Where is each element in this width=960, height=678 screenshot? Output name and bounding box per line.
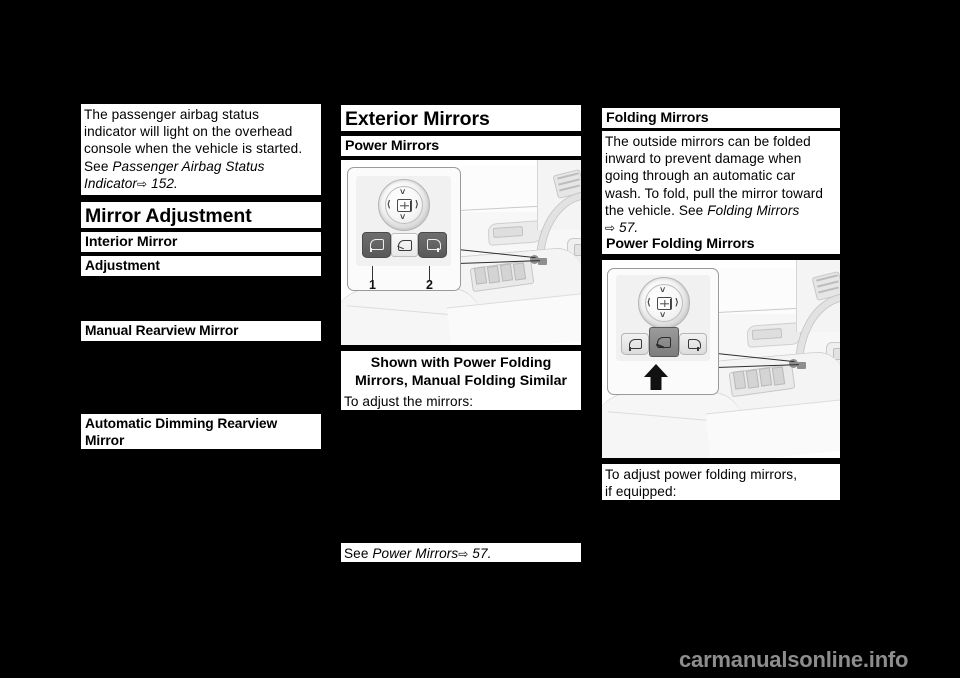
joystick-down-arrow-icon: ˅	[400, 212, 406, 222]
window-switch-1	[732, 370, 747, 390]
passenger-airbag-paragraph: The passenger airbag status indicator wi…	[81, 104, 321, 195]
left-mirror-icon	[370, 239, 384, 250]
figure-artwork: ˅ ˅ ⟨ ⟩	[602, 260, 840, 458]
window-switch-4	[771, 366, 786, 386]
switch-housing: ˅ ˅ ⟨ ⟩	[356, 176, 451, 266]
right-mirror-icon-stem	[437, 248, 439, 252]
paragraph-line-1: The passenger airbag status	[84, 107, 259, 122]
left-mirror-icon-stem	[370, 248, 372, 252]
manual-page: The passenger airbag status indicator wi…	[0, 0, 960, 678]
switch-detail-inset-card: ˅ ˅ ⟨ ⟩	[607, 268, 719, 395]
right-mirror-icon-stem	[697, 347, 699, 351]
mirror-control-location-buttons	[797, 362, 806, 369]
switch-housing: ˅ ˅ ⟨ ⟩	[616, 275, 710, 361]
see-power-mirrors-reference: See Power Mirrors⇨ 57.	[341, 543, 581, 562]
heading-exterior-mirrors: Exterior Mirrors	[341, 105, 581, 131]
joystick-up-arrow-icon: ˅	[400, 187, 406, 197]
heading-automatic-dimming-rearview-mirror: Automatic Dimming Rearview Mirror	[81, 414, 321, 449]
heading-line-1: Automatic Dimming Rearview	[85, 416, 278, 431]
window-switch-3	[758, 367, 773, 387]
window-switch-2	[486, 265, 501, 284]
joystick-left-arrow-icon: ⟨	[647, 297, 651, 307]
right-mirror-icon	[688, 339, 701, 349]
paragraph-line-3: going through an automatic car	[605, 168, 796, 184]
fold-button-highlight-up-arrow-icon	[644, 364, 668, 390]
mirror-icon-stem	[410, 201, 412, 211]
fold-mirror-icon	[398, 240, 412, 251]
paragraph-line-2: inward to prevent damage when	[605, 151, 802, 167]
paragraph-line-5: Indicator⇨ 152.	[84, 175, 318, 193]
heading-interior-mirror: Interior Mirror	[81, 232, 321, 252]
right-mirror-select-button[interactable]	[418, 232, 447, 258]
paragraph-line-2: indicator will light on the overhead	[84, 124, 293, 140]
power-mirror-switch-figure: ˅ ˅ ⟨ ⟩ 1 2	[341, 160, 581, 345]
paragraph-line-1: The outside mirrors can be folded	[605, 134, 811, 149]
mirror-icon-stem	[670, 299, 672, 309]
door-handle	[492, 225, 524, 239]
joystick-down-arrow-icon: ˅	[660, 310, 666, 320]
heading-manual-rearview-mirror: Manual Rearview Mirror	[81, 321, 321, 341]
door-handle	[751, 327, 783, 341]
joystick-left-arrow-icon: ⟨	[387, 199, 391, 209]
joystick-right-arrow-icon: ⟩	[675, 297, 679, 307]
heading-adjustment: Adjustment	[81, 256, 321, 276]
folding-mirrors-paragraph: The outside mirrors can be folded inward…	[602, 131, 840, 239]
paragraph-line-3: console when the vehicle is started.	[84, 141, 303, 157]
window-switch-1	[473, 266, 488, 285]
heading-mirror-adjustment: Mirror Adjustment	[81, 202, 321, 228]
window-switch-3	[499, 263, 514, 282]
mirror-control-location-buttons	[538, 258, 547, 265]
see-prefix: See	[344, 546, 373, 561]
text-to-adjust-the-mirrors: To adjust the mirrors:	[341, 391, 581, 410]
cross-reference-title-cont: Indicator	[84, 175, 138, 191]
figure-caption-power-mirrors: Shown with Power Folding Mirrors, Manual…	[341, 351, 581, 391]
paragraph-line-5: the vehicle. See Folding Mirrors	[605, 202, 837, 219]
power-folding-mirror-switch-figure: ˅ ˅ ⟨ ⟩	[602, 260, 840, 458]
left-mirror-icon-stem	[629, 347, 631, 351]
caption-line-1: Shown with Power Folding	[370, 355, 552, 371]
page-reference-arrow-icon: ⇨	[458, 547, 469, 561]
text-to-adjust-power-folding-mirrors: To adjust power folding mirrors, if equi…	[602, 464, 840, 500]
site-watermark: carmanualsonline.info	[679, 647, 909, 672]
paragraph-line-4: wash. To fold, pull the mirror toward	[605, 185, 824, 201]
window-switch-2	[745, 369, 760, 389]
instruction-line-2: if equipped:	[605, 484, 677, 500]
steering-wheel-emblem	[574, 244, 581, 256]
heading-power-folding-mirrors: Power Folding Mirrors	[602, 234, 840, 254]
left-mirror-select-button[interactable]	[621, 333, 649, 355]
callout-label-1: 1	[369, 278, 376, 292]
switch-detail-inset-card: ˅ ˅ ⟨ ⟩	[347, 167, 461, 292]
page-number: 57.	[468, 546, 492, 561]
page-number: 57.	[615, 220, 639, 236]
window-switch-4	[512, 262, 527, 281]
cross-reference-title: Folding Mirrors	[707, 202, 800, 218]
figure-artwork: ˅ ˅ ⟨ ⟩	[341, 160, 581, 345]
heading-folding-mirrors: Folding Mirrors	[602, 108, 840, 128]
heading-line-2: Mirror	[85, 432, 125, 448]
left-mirror-select-button[interactable]	[362, 232, 391, 258]
callout-label-2: 2	[426, 278, 433, 292]
heading-power-mirrors: Power Mirrors	[341, 136, 581, 156]
mirror-select-joystick[interactable]: ˅ ˅ ⟨ ⟩	[638, 277, 690, 329]
right-mirror-select-button[interactable]	[679, 333, 707, 355]
caption-line-2: Mirrors, Manual Folding Similar	[354, 373, 568, 389]
see-prefix: See	[84, 158, 113, 174]
joystick-up-arrow-icon: ˅	[660, 285, 666, 295]
mirror-fold-button[interactable]	[649, 327, 679, 357]
cross-reference-title: Power Mirrors	[372, 546, 459, 561]
mirror-select-joystick[interactable]: ˅ ˅ ⟨ ⟩	[378, 179, 430, 231]
see-prefix: the vehicle. See	[605, 202, 708, 218]
cross-reference-title: Passenger Airbag Status	[112, 158, 265, 174]
mirror-fold-button[interactable]	[391, 233, 418, 257]
instruction-line-1: To adjust power folding mirrors,	[605, 467, 798, 482]
page-reference-arrow-icon: ⇨	[137, 176, 148, 191]
page-number: 152.	[147, 175, 178, 191]
paragraph-line-4: See Passenger Airbag Status	[84, 158, 318, 175]
joystick-right-arrow-icon: ⟩	[415, 199, 419, 209]
